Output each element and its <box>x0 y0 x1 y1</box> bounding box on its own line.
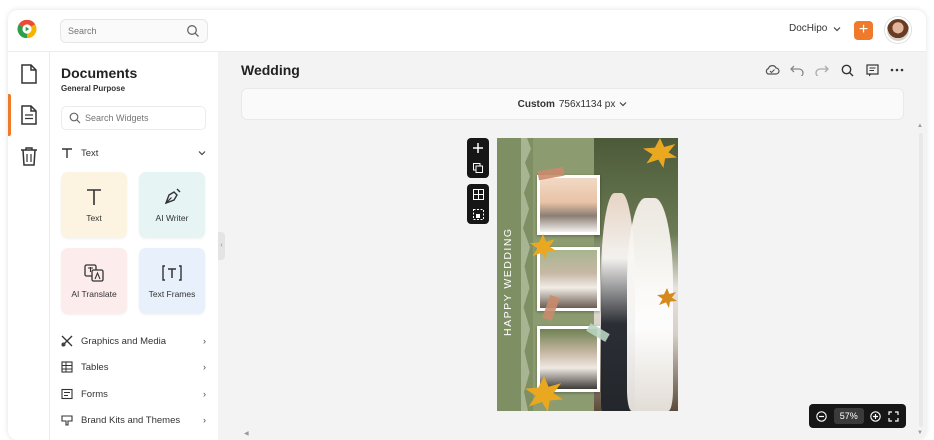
rail-active-indicator <box>8 94 11 136</box>
widget-search-box <box>61 106 206 130</box>
translate-icon <box>84 263 104 282</box>
scroll-up-arrow[interactable]: ▲ <box>917 123 923 129</box>
avatar[interactable] <box>885 17 911 43</box>
more-horizontal-icon <box>890 68 904 72</box>
editor-toolbar <box>764 62 905 78</box>
add-page-icon[interactable] <box>473 143 483 153</box>
size-label: Custom <box>517 98 555 110</box>
page-settings-icon[interactable] <box>472 208 484 220</box>
bride-figure <box>627 198 673 411</box>
redo-icon <box>815 65 829 76</box>
page-tools-add <box>467 138 489 178</box>
chevron-right-icon: › <box>203 362 206 372</box>
photo-frame-2[interactable] <box>537 247 600 311</box>
section-label: Brand Kits and Themes <box>81 414 181 426</box>
chevron-down-icon <box>619 102 627 107</box>
duplicate-page-icon[interactable] <box>473 163 483 173</box>
size-value: 756x1134 px <box>558 98 616 110</box>
brand-kit-icon <box>61 415 73 426</box>
widget-card-ai-writer[interactable]: AI Writer <box>139 172 205 238</box>
widget-card-ai-translate[interactable]: AI Translate <box>61 248 127 314</box>
section-brand-kits[interactable]: Brand Kits and Themes › <box>61 411 206 429</box>
panel-subtitle: General Purpose <box>61 84 126 93</box>
widget-card-text-frames[interactable]: Text Frames <box>139 248 205 314</box>
chevron-right-icon: › <box>203 389 206 399</box>
cloud-icon <box>765 65 780 75</box>
icon-rail <box>8 52 50 440</box>
vertical-scrollbar[interactable] <box>919 133 923 427</box>
section-text-label: Text <box>81 147 99 159</box>
section-graphics-media[interactable]: Graphics and Media › <box>61 332 206 350</box>
text-frame-icon <box>162 264 182 281</box>
widget-card-label: Text <box>86 212 102 223</box>
widgets-panel: Documents General Purpose Text Text AI W… <box>50 52 218 440</box>
design-canvas[interactable]: HAPPY WEDDING <box>497 138 678 411</box>
account-menu[interactable]: DocHipo <box>789 23 841 34</box>
document-icon <box>21 64 37 84</box>
form-icon <box>61 388 73 400</box>
rail-new-document[interactable] <box>17 62 41 86</box>
chevron-down-icon <box>833 26 841 31</box>
comments-button[interactable] <box>864 62 880 78</box>
section-forms[interactable]: Forms › <box>61 385 206 403</box>
section-text[interactable]: Text <box>61 144 206 162</box>
chevron-down-icon <box>198 151 206 156</box>
plus-icon: + <box>858 21 869 38</box>
undo-button[interactable] <box>789 62 805 78</box>
widget-search-input[interactable] <box>85 107 203 129</box>
top-bar: DocHipo + <box>8 10 926 52</box>
document-title[interactable]: Wedding <box>241 62 300 78</box>
panel-title: Documents <box>61 65 138 81</box>
search-icon[interactable] <box>186 24 200 38</box>
search-input[interactable] <box>68 20 186 42</box>
fullscreen-icon[interactable] <box>888 410 899 422</box>
section-label: Tables <box>81 361 109 373</box>
graphics-icon <box>61 335 73 347</box>
chevron-right-icon: › <box>203 336 206 346</box>
rail-documents[interactable] <box>17 103 41 127</box>
dochipo-logo[interactable] <box>16 18 38 40</box>
scroll-down-arrow[interactable]: ▼ <box>917 430 923 436</box>
section-tables[interactable]: Tables › <box>61 358 206 376</box>
section-label: Forms <box>81 388 108 400</box>
photo-frame-1[interactable] <box>537 175 600 235</box>
create-button[interactable]: + <box>854 21 873 40</box>
text-icon <box>87 188 101 205</box>
happy-wedding-text[interactable]: HAPPY WEDDING <box>502 227 514 336</box>
more-options-button[interactable] <box>889 62 905 78</box>
document-text-icon <box>21 105 37 125</box>
rail-trash[interactable] <box>17 144 41 168</box>
trash-icon <box>21 147 37 166</box>
app-window: DocHipo + Documents General Purpose Text <box>8 10 926 440</box>
chevron-right-icon: › <box>203 415 206 425</box>
widget-card-label: Text Frames <box>148 288 196 299</box>
text-t-icon <box>62 148 72 158</box>
account-name: DocHipo <box>789 23 828 34</box>
section-label: Graphics and Media <box>81 335 167 347</box>
widget-card-label: AI Translate <box>71 288 117 299</box>
cloud-save-button[interactable] <box>764 62 780 78</box>
search-box <box>60 19 208 43</box>
redo-button[interactable] <box>814 62 830 78</box>
grid-icon[interactable] <box>472 188 484 200</box>
zoom-in-icon[interactable] <box>870 410 881 422</box>
search-icon <box>841 64 853 76</box>
undo-icon <box>790 65 804 76</box>
page-tools-layout <box>467 184 489 224</box>
zoom-out-icon[interactable] <box>816 410 827 422</box>
canvas-size-selector[interactable]: Custom 756x1134 px <box>241 88 904 120</box>
zoom-control: 57% <box>809 404 906 428</box>
search-icon <box>69 112 81 124</box>
find-button[interactable] <box>839 62 855 78</box>
table-icon <box>61 361 73 373</box>
widget-card-label: AI Writer <box>155 212 189 223</box>
widget-card-text[interactable]: Text <box>61 172 127 238</box>
panel-collapse-handle[interactable]: ‹ <box>218 232 225 260</box>
scroll-left-arrow[interactable]: ◀ <box>244 430 249 437</box>
pen-nib-icon <box>164 188 181 204</box>
comment-icon <box>865 63 879 76</box>
zoom-level[interactable]: 57% <box>833 408 864 424</box>
